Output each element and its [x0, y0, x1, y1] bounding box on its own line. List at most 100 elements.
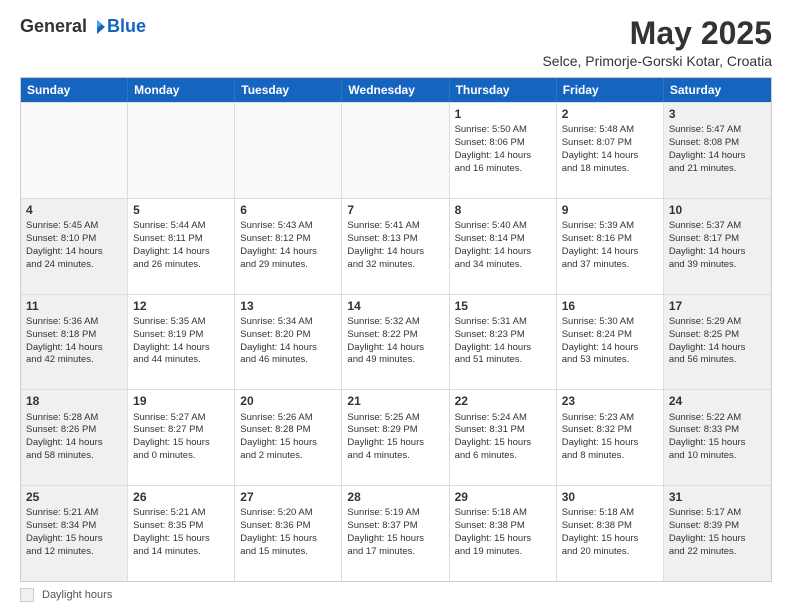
day-number: 14: [347, 298, 443, 314]
day-info-line: and 44 minutes.: [133, 354, 229, 367]
day-info-line: Daylight: 14 hours: [455, 342, 551, 355]
cal-week-1: 4Sunrise: 5:45 AMSunset: 8:10 PMDaylight…: [21, 198, 771, 294]
calendar-header-row: SundayMondayTuesdayWednesdayThursdayFrid…: [21, 78, 771, 102]
legend-label: Daylight hours: [42, 589, 112, 601]
day-info-line: Sunset: 8:14 PM: [455, 233, 551, 246]
day-info-line: Daylight: 14 hours: [26, 246, 122, 259]
day-number: 13: [240, 298, 336, 314]
cal-cell: [342, 103, 449, 198]
day-number: 28: [347, 489, 443, 505]
day-info-line: Sunset: 8:25 PM: [669, 329, 766, 342]
cal-cell: 3Sunrise: 5:47 AMSunset: 8:08 PMDaylight…: [664, 103, 771, 198]
day-info-line: Daylight: 14 hours: [347, 342, 443, 355]
day-number: 25: [26, 489, 122, 505]
day-info-line: Sunrise: 5:45 AM: [26, 220, 122, 233]
day-info-line: Daylight: 15 hours: [562, 533, 658, 546]
day-info-line: and 51 minutes.: [455, 354, 551, 367]
cal-cell: 30Sunrise: 5:18 AMSunset: 8:38 PMDayligh…: [557, 486, 664, 581]
day-info-line: Sunset: 8:10 PM: [26, 233, 122, 246]
day-info-line: and 56 minutes.: [669, 354, 766, 367]
day-number: 21: [347, 393, 443, 409]
day-number: 9: [562, 202, 658, 218]
day-number: 3: [669, 106, 766, 122]
day-number: 11: [26, 298, 122, 314]
cal-header-sunday: Sunday: [21, 78, 128, 102]
page: General Blue May 2025 Selce, Primorje-Go…: [0, 0, 792, 612]
day-number: 5: [133, 202, 229, 218]
cal-cell: 5Sunrise: 5:44 AMSunset: 8:11 PMDaylight…: [128, 199, 235, 294]
day-number: 15: [455, 298, 551, 314]
cal-cell: 11Sunrise: 5:36 AMSunset: 8:18 PMDayligh…: [21, 295, 128, 390]
logo: General Blue: [20, 16, 146, 37]
day-number: 31: [669, 489, 766, 505]
day-info-line: and 46 minutes.: [240, 354, 336, 367]
subtitle: Selce, Primorje-Gorski Kotar, Croatia: [542, 53, 772, 69]
day-info-line: Sunset: 8:12 PM: [240, 233, 336, 246]
day-number: 16: [562, 298, 658, 314]
day-info-line: and 19 minutes.: [455, 546, 551, 559]
day-info-line: and 58 minutes.: [26, 450, 122, 463]
day-info-line: Sunset: 8:23 PM: [455, 329, 551, 342]
day-info-line: Sunrise: 5:27 AM: [133, 412, 229, 425]
day-info-line: Sunrise: 5:37 AM: [669, 220, 766, 233]
day-info-line: Daylight: 15 hours: [455, 437, 551, 450]
day-info-line: Sunset: 8:24 PM: [562, 329, 658, 342]
day-info-line: and 42 minutes.: [26, 354, 122, 367]
cal-cell: 31Sunrise: 5:17 AMSunset: 8:39 PMDayligh…: [664, 486, 771, 581]
day-info-line: Daylight: 14 hours: [240, 246, 336, 259]
day-info-line: Sunset: 8:34 PM: [26, 520, 122, 533]
day-info-line: Sunrise: 5:34 AM: [240, 316, 336, 329]
day-number: 20: [240, 393, 336, 409]
day-info-line: Daylight: 14 hours: [669, 246, 766, 259]
day-info-line: Sunrise: 5:36 AM: [26, 316, 122, 329]
day-info-line: Sunrise: 5:30 AM: [562, 316, 658, 329]
day-info-line: Daylight: 14 hours: [133, 246, 229, 259]
day-info-line: Sunrise: 5:40 AM: [455, 220, 551, 233]
day-info-line: Sunrise: 5:17 AM: [669, 507, 766, 520]
day-info-line: Daylight: 15 hours: [669, 533, 766, 546]
day-number: 17: [669, 298, 766, 314]
day-number: 30: [562, 489, 658, 505]
cal-cell: 8Sunrise: 5:40 AMSunset: 8:14 PMDaylight…: [450, 199, 557, 294]
day-info-line: and 49 minutes.: [347, 354, 443, 367]
day-info-line: Sunset: 8:29 PM: [347, 424, 443, 437]
day-number: 27: [240, 489, 336, 505]
day-info-line: Daylight: 14 hours: [562, 246, 658, 259]
day-info-line: Sunset: 8:19 PM: [133, 329, 229, 342]
day-info-line: Sunrise: 5:25 AM: [347, 412, 443, 425]
cal-cell: 16Sunrise: 5:30 AMSunset: 8:24 PMDayligh…: [557, 295, 664, 390]
logo-icon: [88, 18, 106, 36]
day-number: 22: [455, 393, 551, 409]
day-number: 29: [455, 489, 551, 505]
cal-cell: 15Sunrise: 5:31 AMSunset: 8:23 PMDayligh…: [450, 295, 557, 390]
cal-cell: [128, 103, 235, 198]
day-info-line: Sunset: 8:31 PM: [455, 424, 551, 437]
day-info-line: Sunrise: 5:26 AM: [240, 412, 336, 425]
cal-cell: 4 Sunrise: 5:45 AMSunset: 8:10 PMDaylight…: [21, 199, 128, 294]
day-number: 26: [133, 489, 229, 505]
day-info-line: Sunrise: 5:50 AM: [455, 124, 551, 137]
cal-cell: 24Sunrise: 5:22 AMSunset: 8:33 PMDayligh…: [664, 390, 771, 485]
day-info-line: Sunrise: 5:21 AM: [133, 507, 229, 520]
cal-header-wednesday: Wednesday: [342, 78, 449, 102]
day-info-line: and 37 minutes.: [562, 259, 658, 272]
day-info-line: and 39 minutes.: [669, 259, 766, 272]
legend-shaded-box: [20, 588, 34, 602]
cal-cell: 6Sunrise: 5:43 AMSunset: 8:12 PMDaylight…: [235, 199, 342, 294]
day-info-line: Sunrise: 5:28 AM: [26, 412, 122, 425]
day-info-line: Daylight: 14 hours: [455, 150, 551, 163]
day-info-line: Sunset: 8:20 PM: [240, 329, 336, 342]
cal-header-monday: Monday: [128, 78, 235, 102]
day-info-line: and 22 minutes.: [669, 546, 766, 559]
day-info-line: Daylight: 15 hours: [133, 437, 229, 450]
day-info-line: and 24 minutes.: [26, 259, 122, 272]
day-number: 4: [26, 202, 122, 218]
cal-cell: 29Sunrise: 5:18 AMSunset: 8:38 PMDayligh…: [450, 486, 557, 581]
day-info-line: Daylight: 14 hours: [133, 342, 229, 355]
day-info-line: Sunrise: 5:43 AM: [240, 220, 336, 233]
day-info-line: Sunset: 8:37 PM: [347, 520, 443, 533]
cal-cell: 28Sunrise: 5:19 AMSunset: 8:37 PMDayligh…: [342, 486, 449, 581]
day-info-line: Sunset: 8:38 PM: [455, 520, 551, 533]
cal-cell: 13Sunrise: 5:34 AMSunset: 8:20 PMDayligh…: [235, 295, 342, 390]
day-info-line: Sunset: 8:08 PM: [669, 137, 766, 150]
